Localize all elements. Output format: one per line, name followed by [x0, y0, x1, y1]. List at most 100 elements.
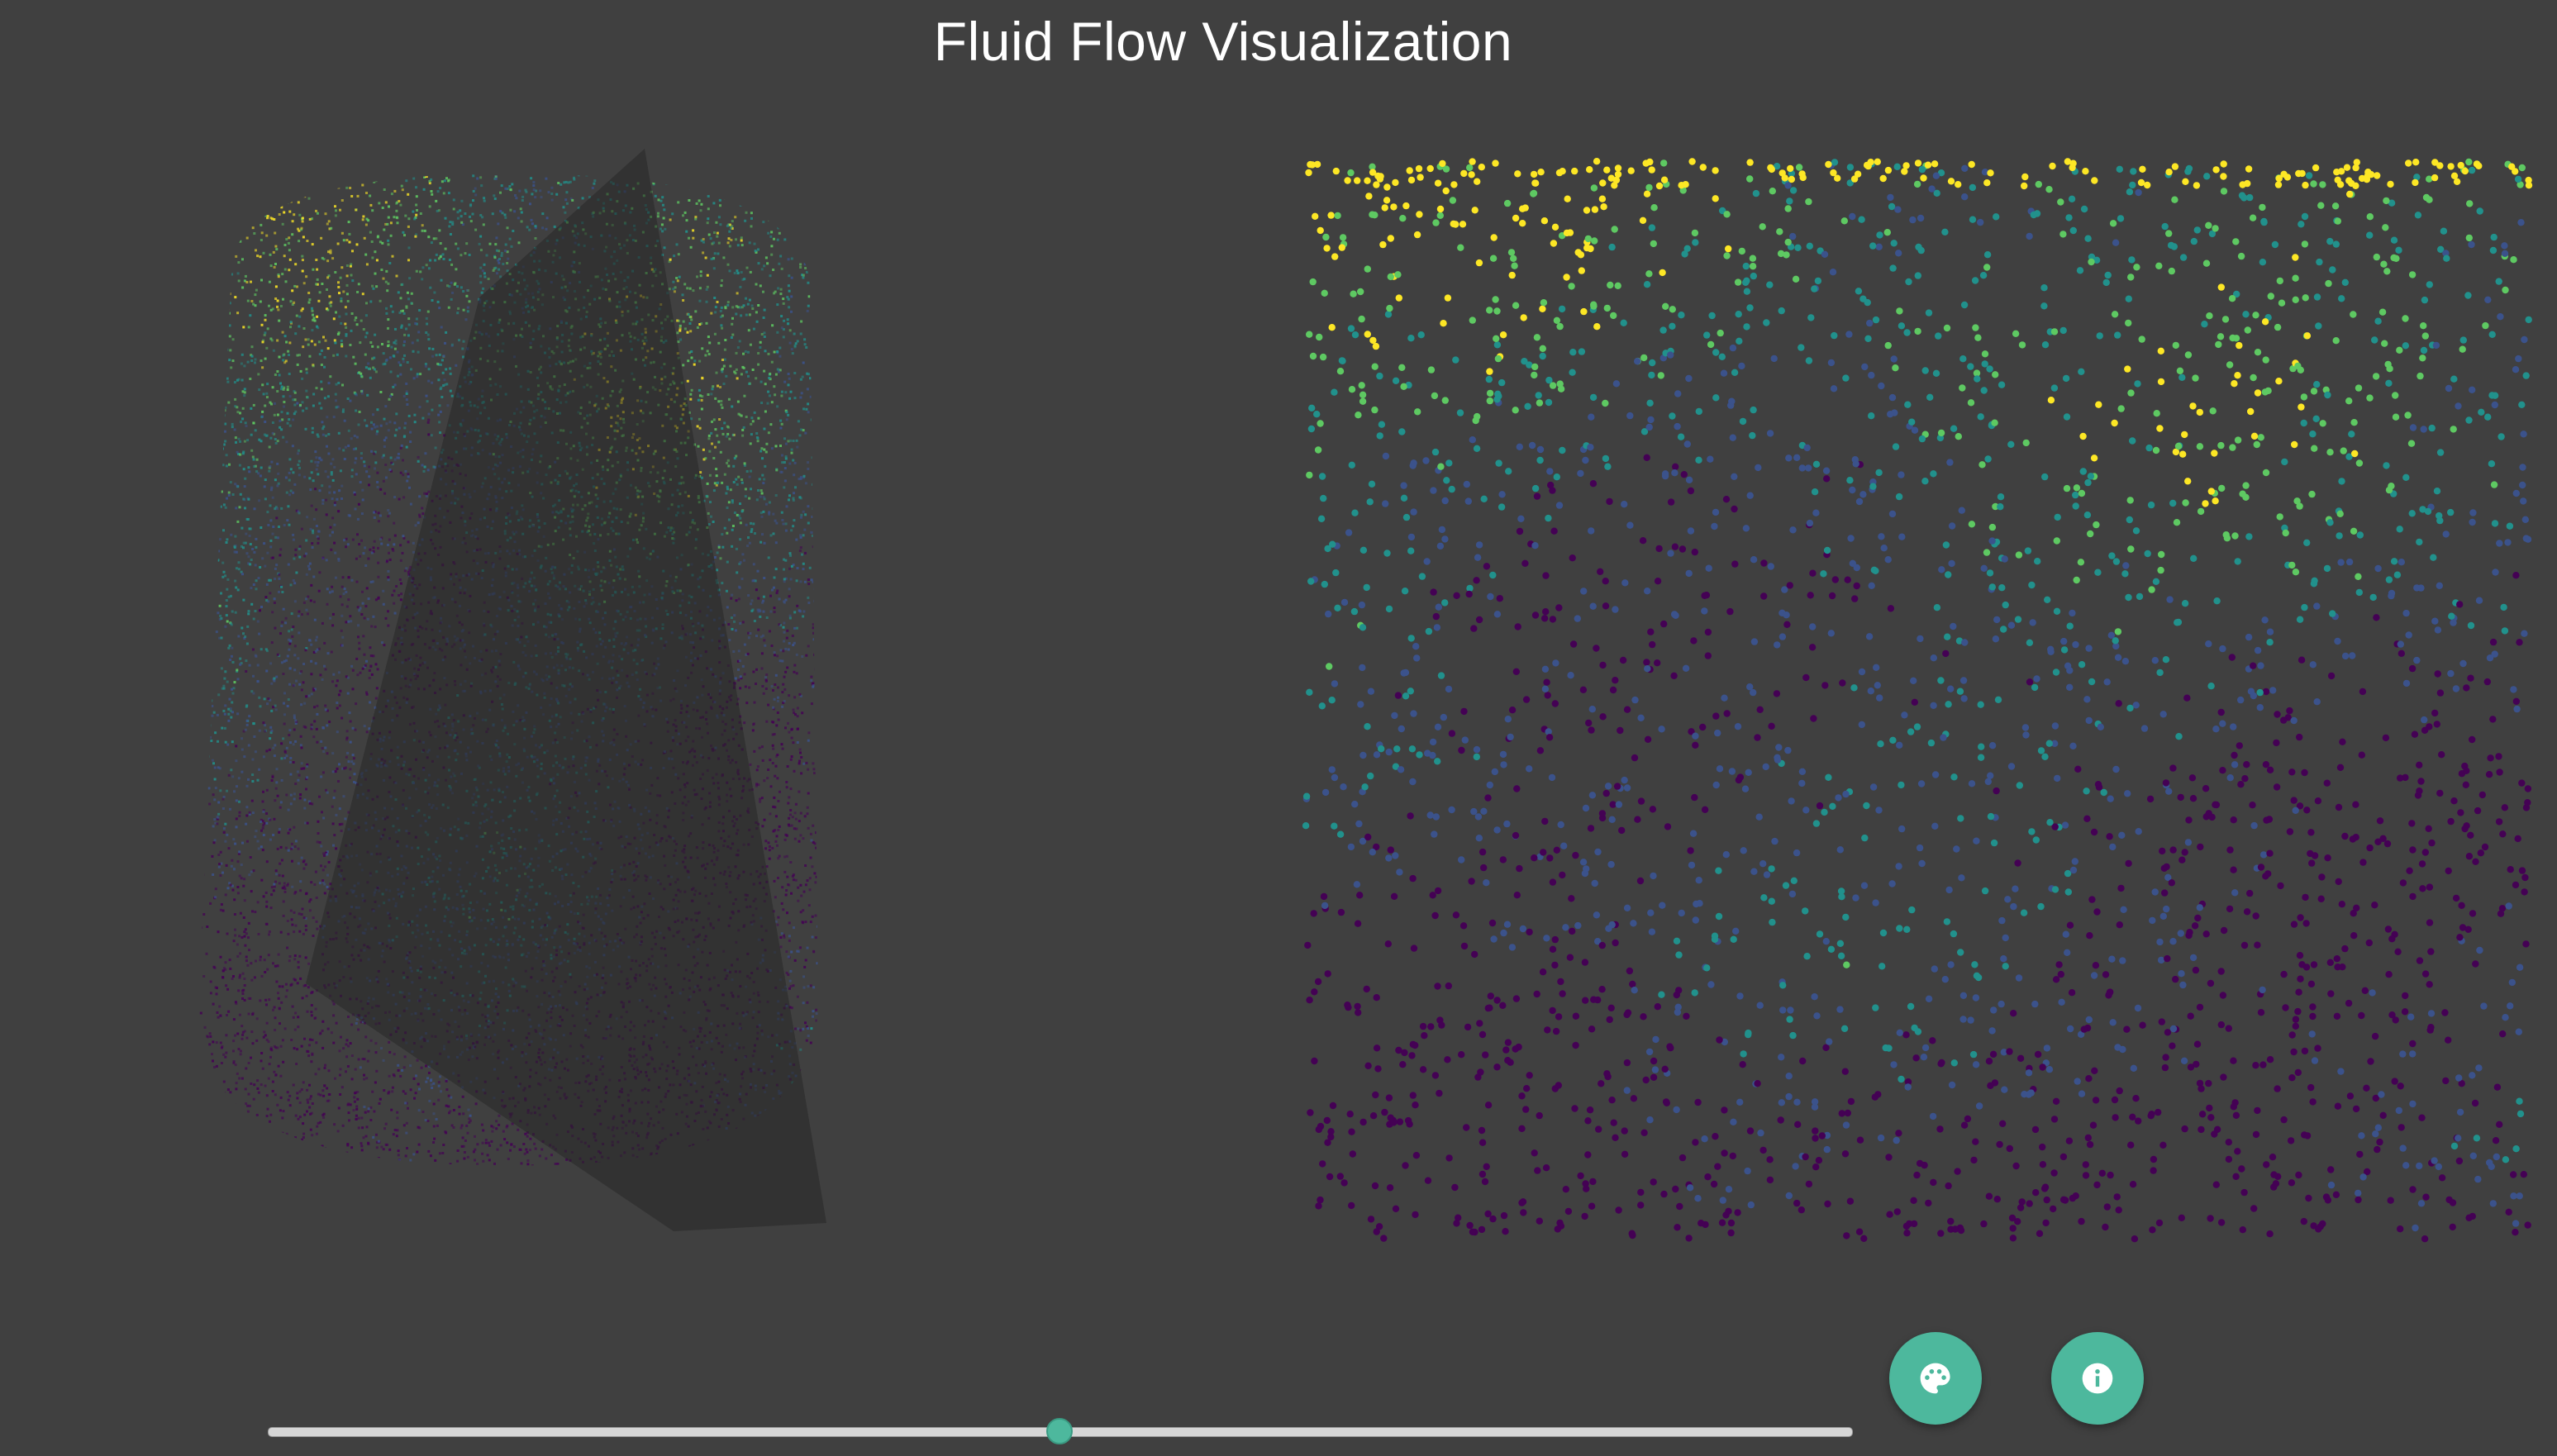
volume-point — [229, 349, 232, 352]
volume-point — [222, 830, 226, 834]
volume-point — [293, 180, 296, 183]
volume-point — [362, 328, 365, 331]
volume-point — [807, 985, 810, 988]
volume-point — [816, 245, 818, 249]
volume-point — [740, 236, 743, 240]
volume-point — [361, 183, 364, 187]
volume-point — [736, 244, 740, 247]
volume-point — [382, 602, 385, 606]
volume-point — [363, 460, 366, 464]
volume-point — [236, 196, 238, 199]
volume-point — [786, 875, 789, 878]
volume-point — [804, 883, 807, 887]
volume-point — [509, 1149, 512, 1152]
volume-point — [346, 543, 350, 546]
volume-point — [332, 1002, 336, 1006]
volume-point — [234, 579, 237, 583]
volume-point — [689, 393, 693, 396]
volume-point — [298, 547, 301, 550]
volume-point — [250, 354, 254, 358]
volume-point — [327, 1093, 331, 1096]
volume-point — [239, 492, 242, 496]
volume-point — [221, 309, 224, 312]
volume-point — [310, 1004, 313, 1006]
volume-point — [736, 292, 739, 295]
volume-point — [243, 204, 246, 207]
volume-point — [274, 1150, 277, 1154]
volume-point — [333, 789, 336, 792]
volume-point — [531, 222, 534, 226]
volume-point — [260, 1132, 263, 1135]
volume-point — [801, 711, 804, 715]
volume-point — [790, 348, 793, 351]
volume-point — [721, 406, 724, 409]
volume-point — [788, 567, 791, 570]
volume-point — [818, 532, 821, 535]
volume-point — [720, 306, 723, 309]
volume-point — [784, 391, 788, 394]
volume-point — [298, 1158, 301, 1161]
volume-point — [306, 240, 309, 242]
volume-point — [321, 678, 324, 681]
volume-point — [675, 176, 679, 179]
volume-point — [822, 1054, 825, 1057]
volume-point — [820, 212, 822, 214]
volume-point — [788, 203, 791, 207]
volume-point — [744, 219, 747, 222]
volume-point — [799, 266, 802, 269]
volume-point — [728, 437, 731, 440]
volume-point — [223, 726, 226, 730]
volume-point — [282, 297, 284, 301]
volume-point — [760, 492, 764, 495]
volume-point — [776, 699, 779, 702]
volume-point — [756, 765, 759, 768]
volume-point — [654, 194, 657, 197]
volume-point — [813, 653, 817, 656]
volume-point — [316, 268, 319, 271]
volume-point — [276, 507, 279, 510]
volume-point — [745, 470, 749, 473]
volume-point — [747, 374, 750, 378]
volume-point — [240, 1149, 244, 1152]
volume-point — [350, 437, 353, 440]
volume-point — [240, 194, 243, 197]
volume-point — [764, 502, 768, 506]
volume-point — [775, 183, 779, 187]
volume-point — [392, 385, 395, 388]
volume-point — [287, 241, 290, 245]
volume-point — [534, 196, 537, 199]
volume-point — [323, 664, 326, 668]
volume-point — [278, 319, 281, 322]
volume-point — [321, 1046, 325, 1049]
volume-point — [715, 174, 718, 177]
volume-point — [774, 445, 778, 448]
volume-point — [225, 864, 228, 867]
volume-3d-view[interactable] — [165, 132, 926, 1240]
volume-point — [799, 396, 802, 399]
volume-point — [305, 695, 308, 698]
volume-point — [299, 880, 302, 883]
volume-point — [250, 1056, 252, 1059]
volume-point — [471, 212, 474, 216]
volume-point — [359, 671, 362, 674]
volume-point — [290, 1039, 293, 1041]
volume-point — [524, 1132, 527, 1135]
volume-point — [770, 721, 774, 723]
volume-point — [759, 797, 762, 801]
volume-point — [225, 984, 228, 987]
volume-point — [483, 263, 486, 266]
volume-point — [476, 177, 479, 180]
volume-point — [212, 1040, 215, 1044]
volume-point — [763, 577, 766, 579]
volume-point — [798, 609, 801, 612]
volume-point — [314, 870, 317, 873]
volume-point — [414, 1092, 417, 1095]
volume-point — [226, 987, 230, 991]
volume-point — [283, 692, 286, 695]
volume-point — [230, 533, 233, 536]
volume-point — [444, 341, 446, 345]
volume-point — [264, 331, 267, 335]
volume-point — [370, 625, 374, 628]
volume-point — [361, 1126, 364, 1130]
volume-point — [294, 840, 298, 843]
